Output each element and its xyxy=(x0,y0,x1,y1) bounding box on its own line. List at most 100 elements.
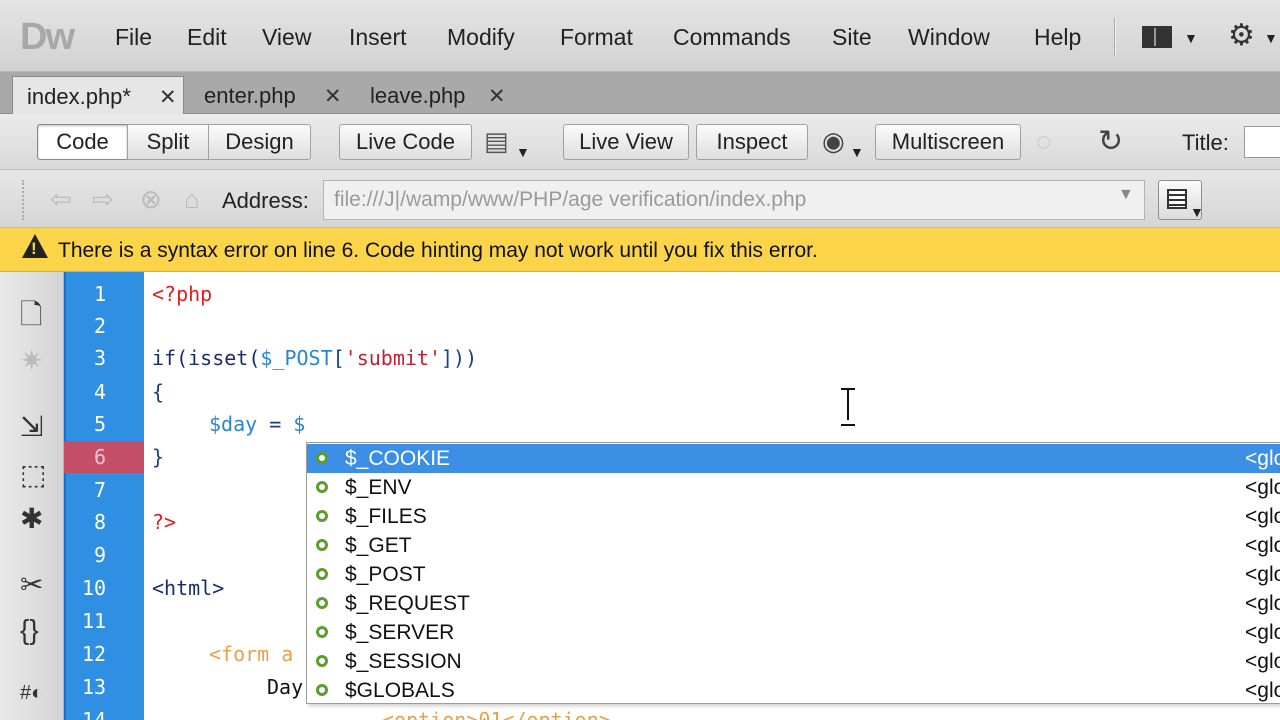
line-number: 1 xyxy=(94,282,107,306)
code-line-6: } xyxy=(152,445,165,469)
chevron-down-icon[interactable]: ▼ xyxy=(1184,30,1198,46)
hint-item[interactable]: $_SERVER <glo xyxy=(307,618,1280,647)
open-documents-icon[interactable]: 🗋 xyxy=(20,294,43,342)
code-token: $ xyxy=(293,412,306,436)
hint-item-label: $_FILES xyxy=(345,505,427,528)
hint-item-label: $_SERVER xyxy=(345,621,455,644)
hint-item-scope: <glo xyxy=(1245,563,1280,586)
multiscreen-button[interactable]: Multiscreen xyxy=(875,124,1021,160)
live-code-button[interactable]: Live Code xyxy=(339,124,472,160)
expand-all-icon[interactable]: ✱ xyxy=(20,502,43,535)
menu-insert[interactable]: Insert xyxy=(349,24,407,51)
gear-icon[interactable]: ⚙ xyxy=(1228,18,1255,53)
hint-item[interactable]: $GLOBALS <glo xyxy=(307,676,1280,703)
address-label: Address: xyxy=(222,188,309,213)
hint-item-scope: <glo xyxy=(1245,505,1280,528)
variable-icon xyxy=(316,597,328,609)
close-icon[interactable]: ✕ xyxy=(324,84,342,109)
toolbar-grip[interactable] xyxy=(22,180,26,220)
tab-enter-php[interactable]: enter.php ✕ xyxy=(190,76,350,114)
menu-bar: Dw File Edit View Insert Modify Format C… xyxy=(0,0,1280,72)
chevron-down-icon[interactable]: ▼ xyxy=(1118,186,1134,204)
line-number: 4 xyxy=(94,380,107,404)
code-line-1: <?php xyxy=(152,282,213,306)
close-icon[interactable]: ✕ xyxy=(488,84,506,109)
code-token: = xyxy=(257,412,294,436)
live-view-button[interactable]: Live View xyxy=(563,124,689,160)
design-view-button[interactable]: Design xyxy=(208,124,311,160)
menu-window[interactable]: Window xyxy=(908,24,990,51)
line-number: 8 xyxy=(94,510,107,534)
globe-icon[interactable]: ◉ xyxy=(822,126,845,157)
hint-item-scope: <glo xyxy=(1245,534,1280,557)
hint-item-scope: <glo xyxy=(1245,679,1280,702)
menu-commands[interactable]: Commands xyxy=(673,24,791,51)
file-management-icon[interactable]: ▤ xyxy=(484,126,509,157)
code-token: if(isset( xyxy=(152,346,261,370)
line-number: 11 xyxy=(82,609,107,633)
hint-item[interactable]: $_SESSION <glo xyxy=(307,647,1280,676)
code-line-14: <option>01</option> xyxy=(382,708,611,720)
line-number: 3 xyxy=(94,346,107,370)
line-number: 9 xyxy=(94,543,107,567)
chevron-down-icon[interactable]: ▼ xyxy=(850,144,864,160)
code-token: ])) xyxy=(441,346,478,370)
forward-icon[interactable]: ⇨ xyxy=(92,184,114,215)
hint-item[interactable]: $_GET <glo xyxy=(307,531,1280,560)
app-logo: Dw xyxy=(20,16,75,58)
code-hint-popup[interactable]: $_COOKIE <glo $_ENV <glo $_FILES <glo $_GET… xyxy=(306,442,1280,704)
variable-icon xyxy=(316,539,328,551)
code-view-button[interactable]: Code xyxy=(37,124,128,160)
menu-view[interactable]: View xyxy=(262,24,311,51)
home-icon[interactable]: ⌂ xyxy=(184,184,200,215)
document-tab-bar: index.php* ✕ enter.php ✕ leave.php ✕ xyxy=(0,72,1280,114)
line-numbers-icon[interactable]: #◐ xyxy=(20,682,43,705)
title-input[interactable] xyxy=(1244,126,1280,158)
tab-index-php[interactable]: index.php* ✕ xyxy=(12,76,184,114)
chevron-down-icon[interactable]: ▼ xyxy=(516,144,530,160)
back-icon[interactable]: ⇦ xyxy=(50,184,72,215)
variable-icon xyxy=(316,655,328,667)
tab-label: index.php* xyxy=(27,84,131,109)
hint-item-scope: <glo xyxy=(1245,476,1280,499)
stop-icon[interactable]: ⊗ xyxy=(140,184,162,215)
menu-edit[interactable]: Edit xyxy=(187,24,227,51)
hint-item[interactable]: $_FILES <glo xyxy=(307,502,1280,531)
address-input[interactable]: file:///J|/wamp/www/PHP/age verification… xyxy=(323,180,1145,220)
line-number: 13 xyxy=(82,675,107,699)
hint-item[interactable]: $_POST <glo xyxy=(307,560,1280,589)
hint-item-scope: <glo xyxy=(1245,650,1280,673)
hint-item[interactable]: $_ENV <glo xyxy=(307,473,1280,502)
menu-help[interactable]: Help xyxy=(1034,24,1081,51)
hint-item[interactable]: $_COOKIE <glo xyxy=(307,444,1280,473)
show-code-navigator-icon[interactable]: ✷ xyxy=(20,344,43,377)
chevron-down-icon[interactable]: ▼ xyxy=(1190,204,1204,220)
menu-site[interactable]: Site xyxy=(832,24,872,51)
chevron-down-icon[interactable]: ▼ xyxy=(1264,30,1278,46)
hint-item-label: $_REQUEST xyxy=(345,592,470,615)
inspect-button[interactable]: Inspect xyxy=(696,124,808,160)
hint-item[interactable]: $_REQUEST <glo xyxy=(307,589,1280,618)
visual-aids-icon[interactable]: ◌ xyxy=(1036,126,1051,157)
select-parent-tag-icon[interactable]: ✂ xyxy=(20,568,43,601)
line-number: 14 xyxy=(82,708,107,720)
code-line-4: { xyxy=(152,380,165,404)
line-number: 5 xyxy=(94,412,107,436)
collapse-full-tag-icon[interactable]: ⇲ xyxy=(20,410,43,443)
code-line-5: $day = $ xyxy=(209,408,305,440)
split-view-button[interactable]: Split xyxy=(127,124,209,160)
menu-modify[interactable]: Modify xyxy=(447,24,515,51)
hint-item-scope: <glo xyxy=(1245,592,1280,615)
menu-format[interactable]: Format xyxy=(560,24,633,51)
refresh-icon[interactable]: ↻ xyxy=(1098,124,1123,159)
title-label: Title: xyxy=(1182,130,1229,155)
hint-item-label: $GLOBALS xyxy=(345,679,455,702)
menu-file[interactable]: File xyxy=(115,24,152,51)
close-icon[interactable]: ✕ xyxy=(159,85,177,110)
variable-icon xyxy=(316,626,328,638)
collapse-selection-icon[interactable]: ⬚ xyxy=(20,458,46,491)
balance-braces-icon[interactable]: {} xyxy=(20,614,39,646)
warning-icon xyxy=(22,234,48,259)
workspace-layout-icon[interactable] xyxy=(1142,26,1172,48)
tab-leave-php[interactable]: leave.php ✕ xyxy=(356,76,516,114)
